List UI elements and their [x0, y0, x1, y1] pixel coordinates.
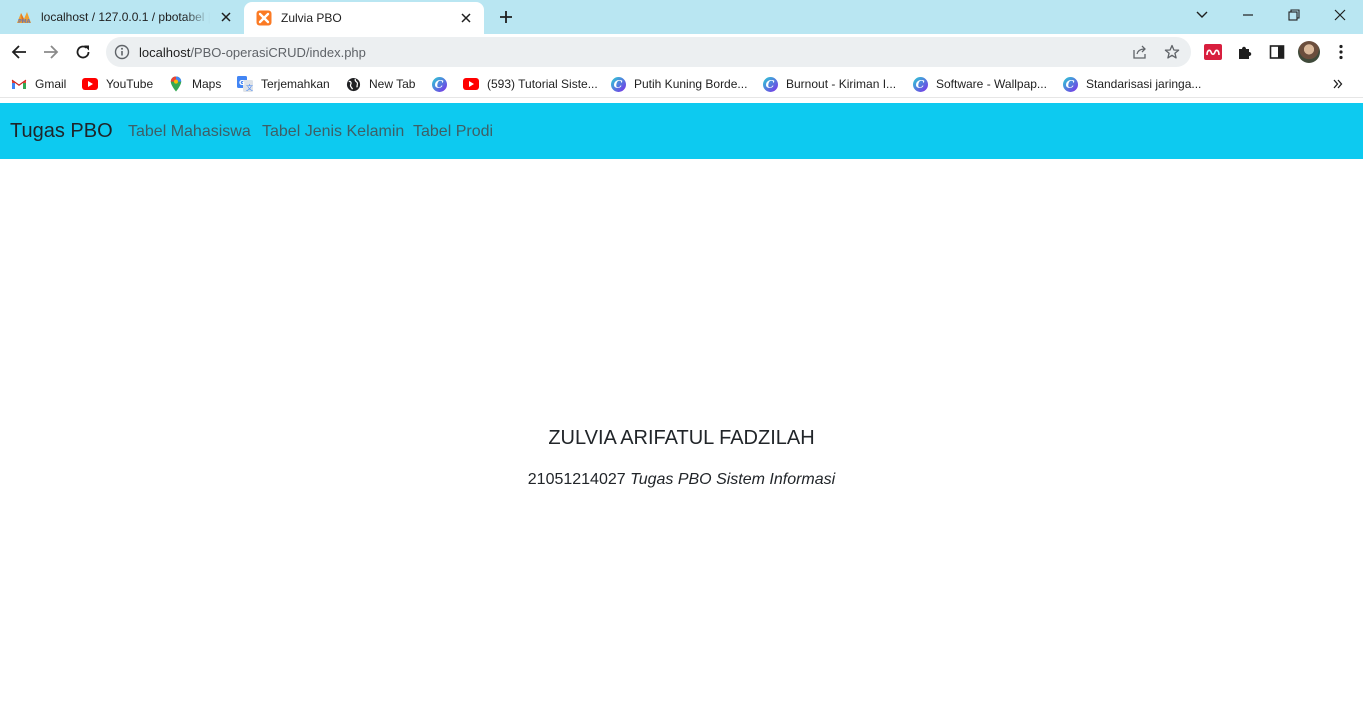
restore-icon[interactable]	[1283, 4, 1305, 26]
bookmark-new-tab[interactable]: New Tab	[345, 75, 415, 93]
canva-icon: C	[1062, 76, 1078, 92]
svg-text:文: 文	[246, 83, 253, 92]
bookmark-gmail[interactable]: Gmail	[11, 75, 66, 93]
nav-link-tabel-jenis-kelamin[interactable]: Tabel Jenis Kelamin	[262, 123, 404, 141]
bookmark-terjemahkan[interactable]: G文 Terjemahkan	[237, 75, 330, 93]
navbar-brand[interactable]: Tugas PBO	[10, 120, 113, 143]
student-nim: 21051214027	[527, 471, 626, 488]
minimize-icon[interactable]	[1237, 4, 1259, 26]
close-icon[interactable]	[218, 9, 234, 25]
youtube-icon	[463, 76, 479, 92]
page-content: ZULVIA ARIFATUL FADZILAH 21051214027 Tug…	[0, 159, 1363, 715]
bookmark-youtube[interactable]: YouTube	[82, 75, 153, 93]
nav-link-tabel-mahasiswa[interactable]: Tabel Mahasiswa	[128, 123, 251, 141]
url-text[interactable]: localhost/PBO-operasiCRUD/index.php	[139, 45, 366, 60]
youtube-icon	[82, 76, 98, 92]
tab-strip: PMA localhost / 127.0.0.1 / pbotabel | p…	[0, 0, 1363, 34]
canva-icon: C	[762, 76, 778, 92]
bookmark-putih-kuning[interactable]: C Putih Kuning Borde...	[610, 75, 747, 93]
extensions-puzzle-icon[interactable]	[1235, 42, 1255, 62]
bookmark-standarisasi[interactable]: C Standarisasi jaringa...	[1062, 75, 1201, 93]
svg-text:G: G	[239, 79, 245, 87]
globe-icon	[345, 76, 361, 92]
canva-icon: C	[431, 76, 447, 92]
extension-mendeley-icon[interactable]	[1203, 42, 1223, 62]
canva-icon: C	[912, 76, 928, 92]
bookmark-maps[interactable]: Maps	[168, 75, 221, 93]
back-icon[interactable]	[7, 40, 31, 64]
more-bookmarks-chevron-icon[interactable]	[1333, 75, 1343, 93]
bookmark-burnout[interactable]: C Burnout - Kiriman I...	[762, 75, 896, 93]
course-description: Tugas PBO Sistem Informasi	[630, 471, 836, 488]
tab-search-chevron-icon[interactable]	[1191, 4, 1213, 26]
tab-zulvia-pbo[interactable]: Zulvia PBO	[244, 2, 484, 34]
xampp-icon	[256, 10, 272, 26]
translate-icon: G文	[237, 76, 253, 92]
address-bar[interactable]: localhost/PBO-operasiCRUD/index.php	[106, 37, 1191, 67]
browser-toolbar: localhost/PBO-operasiCRUD/index.php	[0, 34, 1363, 70]
info-icon[interactable]	[114, 44, 130, 60]
tab-title: Zulvia PBO	[281, 11, 342, 25]
forward-icon[interactable]	[39, 40, 63, 64]
new-tab-button[interactable]	[496, 7, 516, 27]
bookmark-canva[interactable]: C	[431, 75, 455, 93]
bookmark-software-wallpaper[interactable]: C Software - Wallpap...	[912, 75, 1047, 93]
bookmark-tutorial-sistem[interactable]: (593) Tutorial Siste...	[463, 75, 598, 93]
bookmark-star-icon[interactable]	[1164, 44, 1180, 60]
reload-icon[interactable]	[71, 40, 95, 64]
maps-icon	[168, 76, 184, 92]
side-panel-icon[interactable]	[1267, 42, 1287, 62]
bookmarks-bar: Gmail YouTube Maps G文 Terjemahkan New Ta…	[0, 70, 1363, 98]
gmail-icon	[11, 76, 27, 92]
tab-title: localhost / 127.0.0.1 / pbotabel | phpMy…	[41, 10, 210, 24]
phpmyadmin-icon: PMA	[16, 9, 32, 25]
student-name: ZULVIA ARIFATUL FADZILAH	[548, 427, 815, 449]
nav-link-tabel-prodi[interactable]: Tabel Prodi	[413, 123, 493, 141]
menu-kebab-icon[interactable]	[1331, 42, 1351, 62]
site-navbar: Tugas PBO Tabel Mahasiswa Tabel Jenis Ke…	[0, 103, 1363, 159]
share-icon[interactable]	[1132, 44, 1148, 60]
canva-icon: C	[610, 76, 626, 92]
svg-text:PMA: PMA	[18, 19, 31, 24]
close-window-icon[interactable]	[1329, 4, 1351, 26]
profile-avatar[interactable]	[1298, 41, 1320, 63]
tab-phpmyadmin[interactable]: PMA localhost / 127.0.0.1 / pbotabel | p…	[0, 0, 244, 34]
student-info: 21051214027 Tugas PBO Sistem Informasi	[0, 471, 1363, 489]
close-icon[interactable]	[458, 10, 474, 26]
